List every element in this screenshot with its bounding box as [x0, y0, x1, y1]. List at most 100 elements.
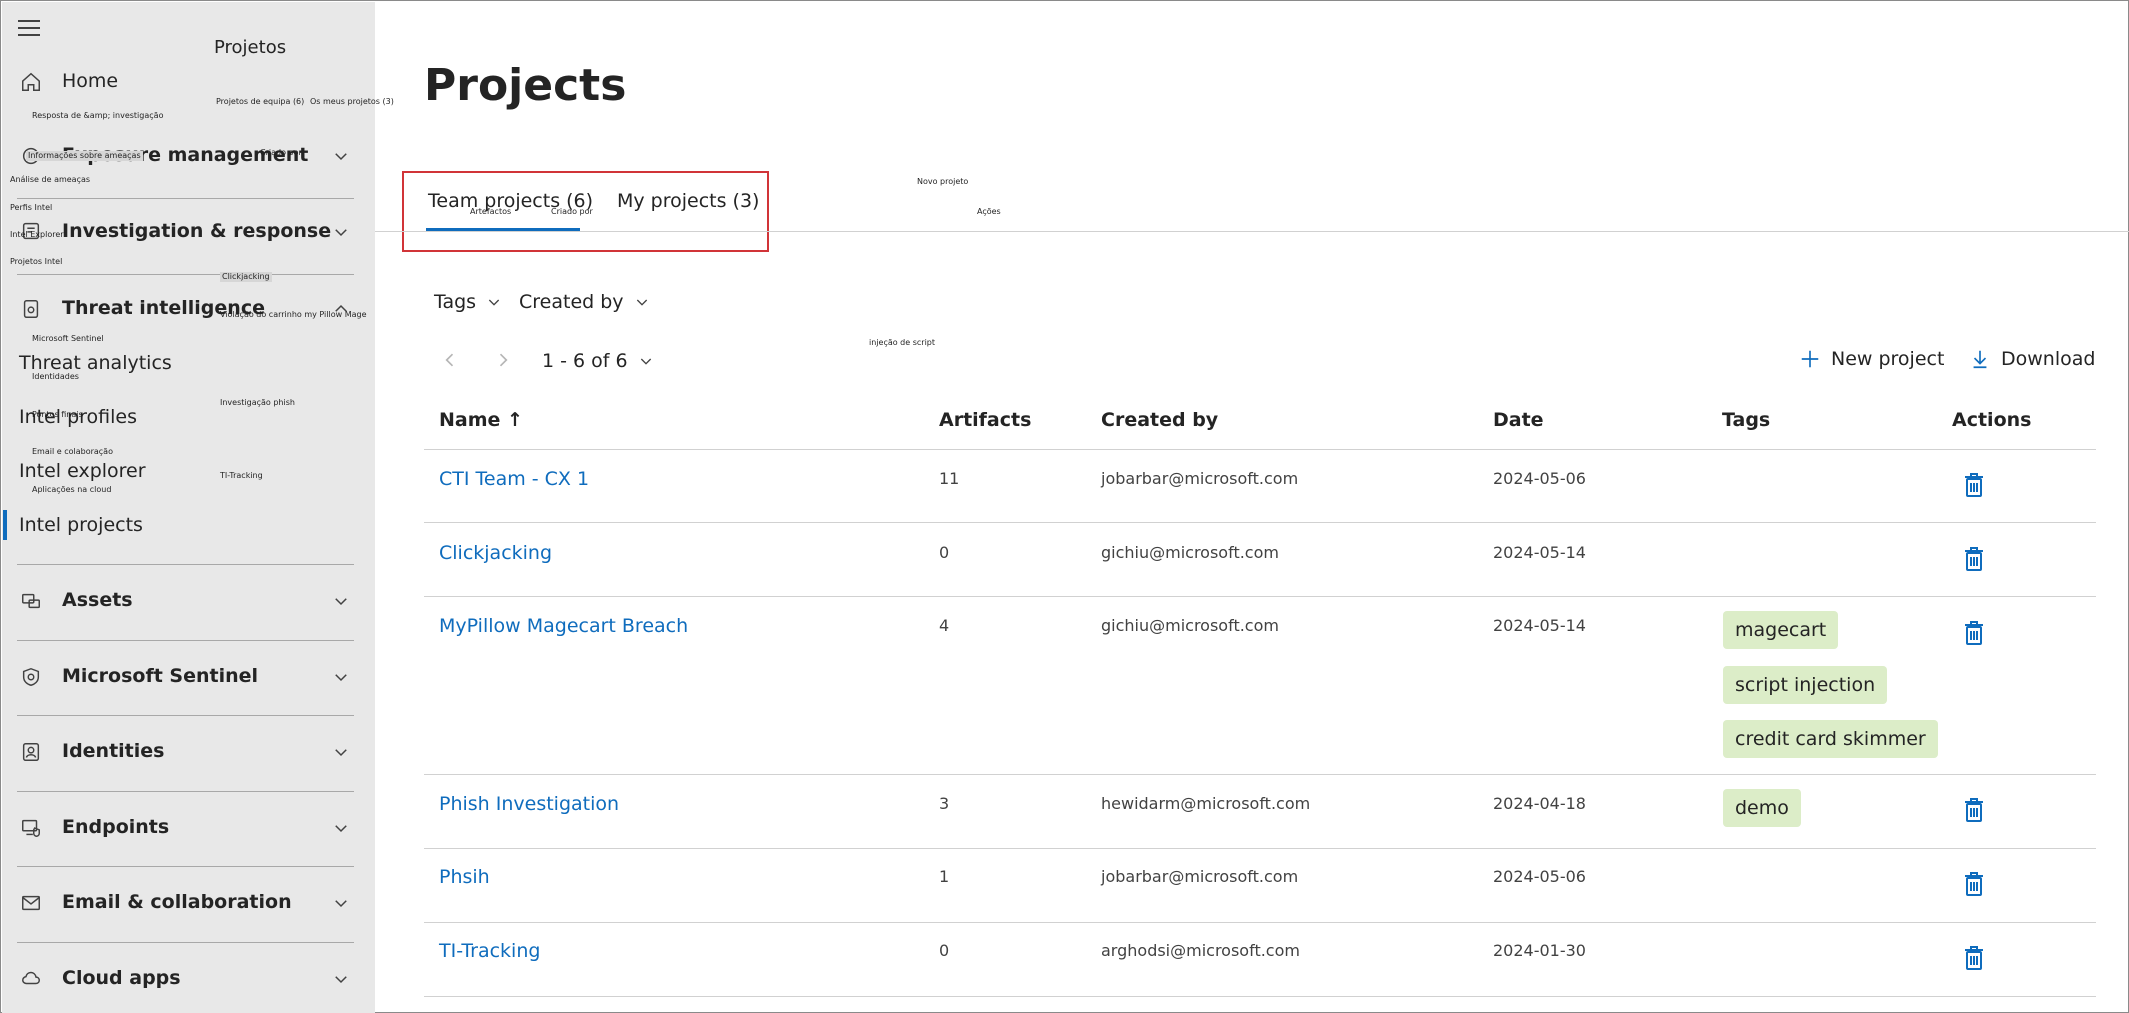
- chevron-down-icon[interactable]: [332, 970, 350, 988]
- tag-chip[interactable]: magecart: [1723, 611, 1839, 649]
- overlay-projetos-equipa: Projetos de equipa (6): [216, 97, 305, 106]
- hamburger-menu-icon[interactable]: [18, 20, 42, 36]
- delete-icon[interactable]: [1963, 546, 1985, 572]
- overlay-injecao: injeção de script: [869, 338, 936, 347]
- sidebar-item-email[interactable]: Email & collaboration: [62, 891, 292, 913]
- row-divider: [424, 522, 2096, 523]
- column-header-created-by[interactable]: Created by: [1101, 409, 1218, 431]
- overlay-apps-cloud: Aplicações na cloud: [32, 485, 112, 494]
- tabs-divider: [375, 231, 2129, 232]
- overlay-ti-tracking: TI-Tracking: [220, 471, 263, 480]
- sidebar-item-assets[interactable]: Assets: [62, 589, 133, 611]
- project-name-link[interactable]: MyPillow Magecart Breach: [439, 615, 688, 637]
- next-page-button[interactable]: [493, 350, 513, 370]
- chevron-down-icon: [488, 299, 500, 306]
- delete-icon[interactable]: [1963, 945, 1985, 971]
- threat-intel-icon: [20, 298, 42, 320]
- artifacts-count: 4: [939, 616, 950, 635]
- sidebar-sub-intel-projects[interactable]: Intel projects: [19, 514, 143, 536]
- sidebar-item-endpoints[interactable]: Endpoints: [62, 816, 169, 838]
- date-value: 2024-05-14: [1493, 616, 1586, 635]
- sidebar-sub-threat-analytics[interactable]: Threat analytics: [19, 352, 172, 374]
- column-header-artifacts[interactable]: Artifacts: [939, 409, 1031, 431]
- chevron-down-icon[interactable]: [332, 223, 350, 241]
- date-value: 2024-05-06: [1493, 867, 1586, 886]
- date-value: 2024-05-06: [1493, 469, 1586, 488]
- chevron-down-icon[interactable]: [332, 894, 350, 912]
- overlay-acoes: Ações: [977, 207, 1001, 216]
- sidebar-divider: [17, 715, 354, 716]
- artifacts-count: 0: [939, 941, 950, 960]
- created-by-value: gichiu@microsoft.com: [1101, 616, 1279, 635]
- column-header-date[interactable]: Date: [1493, 409, 1544, 431]
- chevron-down-icon[interactable]: [332, 819, 350, 837]
- artifacts-count: 1: [939, 867, 950, 886]
- download-button[interactable]: Download: [1969, 348, 2095, 370]
- sidebar-divider: [17, 866, 354, 867]
- project-name-link[interactable]: TI-Tracking: [439, 940, 540, 962]
- project-name-link[interactable]: Phsih: [439, 866, 490, 888]
- project-name-link[interactable]: CTI Team - CX 1: [439, 468, 589, 490]
- delete-icon[interactable]: [1963, 871, 1985, 897]
- page-range-dropdown[interactable]: 1 - 6 of 6: [542, 350, 654, 372]
- overlay-identidades: Identidades: [32, 372, 79, 381]
- sentinel-icon: [20, 666, 42, 688]
- table-header-divider: [424, 449, 2096, 450]
- tag-chip[interactable]: credit card skimmer: [1723, 720, 1938, 758]
- project-name-link[interactable]: Phish Investigation: [439, 793, 619, 815]
- chevron-down-icon[interactable]: [332, 743, 350, 761]
- tags-filter-label: Tags: [434, 291, 477, 313]
- sidebar-item-sentinel[interactable]: Microsoft Sentinel: [62, 665, 258, 687]
- endpoints-icon: [20, 817, 42, 839]
- delete-icon[interactable]: [1963, 797, 1985, 823]
- overlay-info-ameacas: Informações sobre ameaças: [26, 151, 143, 161]
- tags-filter[interactable]: Tags: [434, 291, 502, 313]
- artifacts-count: 11: [939, 469, 960, 488]
- chevron-down-icon[interactable]: [332, 668, 350, 686]
- chevron-down-icon[interactable]: [332, 147, 350, 165]
- tag-chip[interactable]: demo: [1723, 789, 1801, 827]
- active-indicator: [3, 510, 7, 540]
- overlay-violacao: Violação do carrinho my Pillow Mage: [220, 310, 367, 319]
- chevron-down-icon[interactable]: [332, 592, 350, 610]
- overlay-perfis-intel: Perfis Intel: [10, 203, 53, 212]
- created-by-value: jobarbar@microsoft.com: [1101, 469, 1299, 488]
- overlay-invest-phish: Investigação phish: [220, 398, 295, 407]
- overlay-analise-ameacas: Análise de ameaças: [10, 175, 91, 184]
- row-divider: [424, 596, 2096, 597]
- created-by-value: gichiu@microsoft.com: [1101, 543, 1279, 562]
- row-divider: [424, 996, 2096, 997]
- identities-icon: [20, 741, 42, 763]
- created-by-filter-label: Created by: [519, 291, 624, 313]
- app-frame: Projetos Home Resposta de &amp; investig…: [0, 0, 2129, 1013]
- delete-icon[interactable]: [1963, 472, 1985, 498]
- sidebar-divider: [17, 942, 354, 943]
- sidebar-item-identities[interactable]: Identities: [62, 740, 164, 762]
- sidebar-item-cloud[interactable]: Cloud apps: [62, 967, 181, 989]
- sidebar-sub-intel-explorer[interactable]: Intel explorer: [19, 460, 146, 482]
- delete-icon[interactable]: [1963, 620, 1985, 646]
- overlay-criado-por: Criado por: [260, 148, 302, 157]
- column-header-name[interactable]: Name ↑: [439, 409, 523, 431]
- sidebar-divider: [17, 564, 354, 565]
- page-range-label: 1 - 6 of 6: [542, 350, 628, 372]
- row-divider: [424, 774, 2096, 775]
- column-header-tags[interactable]: Tags: [1722, 409, 1770, 431]
- overlay-novo-projeto: Novo projeto: [917, 177, 969, 186]
- created-by-filter[interactable]: Created by: [519, 291, 650, 313]
- artifacts-count: 3: [939, 794, 950, 813]
- sidebar-nav: Projetos Home Resposta de &amp; investig…: [2, 2, 394, 1013]
- plus-icon: [1801, 350, 1819, 368]
- prev-page-button[interactable]: [440, 350, 460, 370]
- artifacts-count: 0: [939, 543, 950, 562]
- overlay-intel-explorer: Intel Explorer: [10, 230, 64, 239]
- project-name-link[interactable]: Clickjacking: [439, 542, 552, 564]
- tag-chip[interactable]: script injection: [1723, 666, 1888, 704]
- sidebar-item-investigation[interactable]: Investigation & response: [62, 220, 331, 242]
- cloud-icon: [20, 967, 42, 989]
- column-header-actions: Actions: [1952, 409, 2032, 431]
- created-by-value: jobarbar@microsoft.com: [1101, 867, 1299, 886]
- sidebar-item-home[interactable]: Home: [62, 70, 118, 92]
- new-project-label: New project: [1831, 348, 1945, 370]
- new-project-button[interactable]: New project: [1799, 348, 1944, 370]
